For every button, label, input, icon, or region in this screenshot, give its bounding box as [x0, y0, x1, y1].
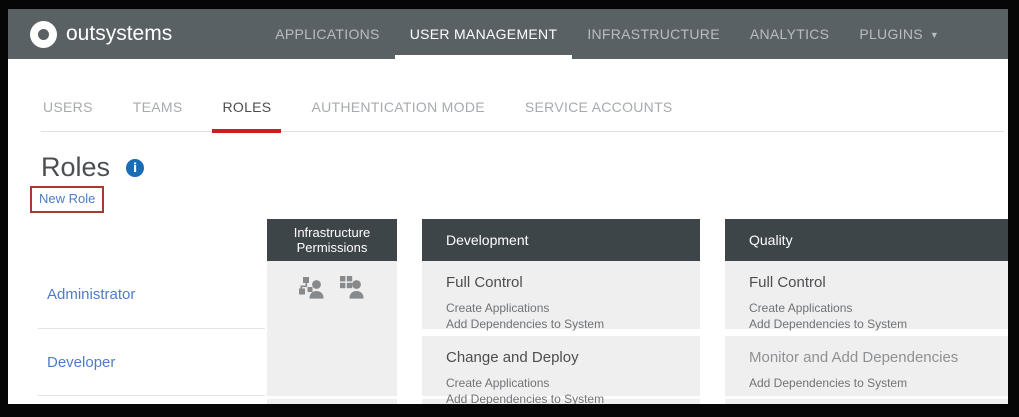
column-header-development: Development — [422, 219, 700, 261]
page-title: Roles — [41, 152, 111, 182]
info-icon[interactable]: i — [126, 158, 145, 177]
role-link-administrator[interactable]: Administrator — [47, 286, 135, 303]
development-cell-administrator: Full Control Create Applications Add Dep… — [422, 261, 700, 331]
chevron-down-icon: ▼ — [929, 30, 940, 40]
column-development: Development Full Control Create Applicat… — [422, 219, 700, 404]
top-nav-menu: APPLICATIONS USER MANAGEMENT INFRASTRUCT… — [260, 9, 954, 59]
tab-service-accounts[interactable]: SERVICE ACCOUNTS — [523, 99, 675, 131]
tab-label: USERS — [43, 99, 93, 115]
column-header-quality: Quality — [725, 219, 1008, 261]
nav-item-plugins[interactable]: PLUGINS ▼ — [844, 9, 954, 59]
new-role-annotation-box: New Role — [30, 186, 105, 213]
outsystems-brand[interactable]: outsystems — [30, 20, 173, 48]
nav-item-analytics[interactable]: ANALYTICS — [735, 9, 844, 59]
tab-label: ROLES — [222, 99, 272, 115]
column-quality: Quality Full Control Create Applications… — [725, 219, 1008, 404]
tab-label: SERVICE ACCOUNTS — [524, 99, 673, 115]
quality-cell-developer: Monitor and Add Dependencies Add Depende… — [725, 336, 1008, 396]
tab-users[interactable]: USERS — [41, 99, 95, 131]
user-management-page: outsystems APPLICATIONS USER MANAGEMENT … — [8, 9, 1008, 404]
nav-item-label: ANALYTICS — [749, 26, 830, 42]
nav-item-user-management[interactable]: USER MANAGEMENT — [394, 9, 573, 59]
permission-detail: Create Applications — [749, 301, 853, 315]
permission-detail: Create Applications — [446, 376, 550, 390]
development-cell-developer: Change and Deploy Create Applications Ad… — [422, 336, 700, 404]
infrastructure-permissions-cell — [267, 261, 397, 396]
tab-teams[interactable]: TEAMS — [131, 99, 185, 131]
permission-detail: Create Applications — [446, 301, 550, 315]
tab-authentication-mode[interactable]: AUTHENTICATION MODE — [309, 99, 486, 131]
new-role-link[interactable]: New Role — [39, 191, 95, 206]
permission-detail: Add Dependencies to System — [749, 317, 908, 331]
nav-item-label: APPLICATIONS — [275, 26, 380, 42]
table-row-partial — [267, 399, 397, 404]
nav-item-infrastructure[interactable]: INFRASTRUCTURE — [572, 9, 735, 59]
permission-level: Change and Deploy — [446, 349, 579, 366]
grid-person-icon — [339, 276, 363, 299]
page-header: Roles i — [41, 152, 1008, 183]
nav-item-label: INFRASTRUCTURE — [587, 26, 720, 42]
permission-level: Full Control — [446, 274, 523, 291]
quality-cell-administrator: Full Control Create Applications Add Dep… — [725, 261, 1008, 331]
org-chart-person-icon — [298, 277, 323, 299]
nav-item-label: USER MANAGEMENT — [409, 26, 558, 42]
top-nav-bar: outsystems APPLICATIONS USER MANAGEMENT … — [8, 9, 1008, 59]
section-tabs: USERS TEAMS ROLES AUTHENTICATION MODE SE… — [41, 59, 1004, 133]
column-header-infrastructure: Infrastructure Permissions — [267, 219, 397, 261]
table-row-partial — [725, 399, 1008, 404]
table-row: Administrator — [38, 261, 265, 329]
brand-name: outsystems — [66, 22, 173, 45]
tab-roles[interactable]: ROLES — [212, 99, 282, 133]
permission-level: Monitor and Add Dependencies — [749, 349, 959, 366]
role-link-developer[interactable]: Developer — [47, 354, 115, 371]
roles-table: Administrator Developer Infrastructure P… — [8, 219, 1008, 404]
nav-item-applications[interactable]: APPLICATIONS — [260, 9, 394, 59]
permission-detail: Add Dependencies to System — [749, 376, 908, 390]
nav-item-label: PLUGINS — [859, 26, 923, 42]
outsystems-logo-icon — [30, 20, 57, 48]
tab-label: TEAMS — [132, 99, 183, 115]
tab-label: AUTHENTICATION MODE — [311, 99, 485, 115]
column-infrastructure-permissions: Infrastructure Permissions — [267, 219, 397, 404]
permission-level: Full Control — [749, 274, 826, 291]
screenshot-frame: outsystems APPLICATIONS USER MANAGEMENT … — [0, 0, 1019, 417]
permission-detail: Add Dependencies to System — [446, 317, 605, 331]
table-row: Developer — [38, 329, 265, 396]
